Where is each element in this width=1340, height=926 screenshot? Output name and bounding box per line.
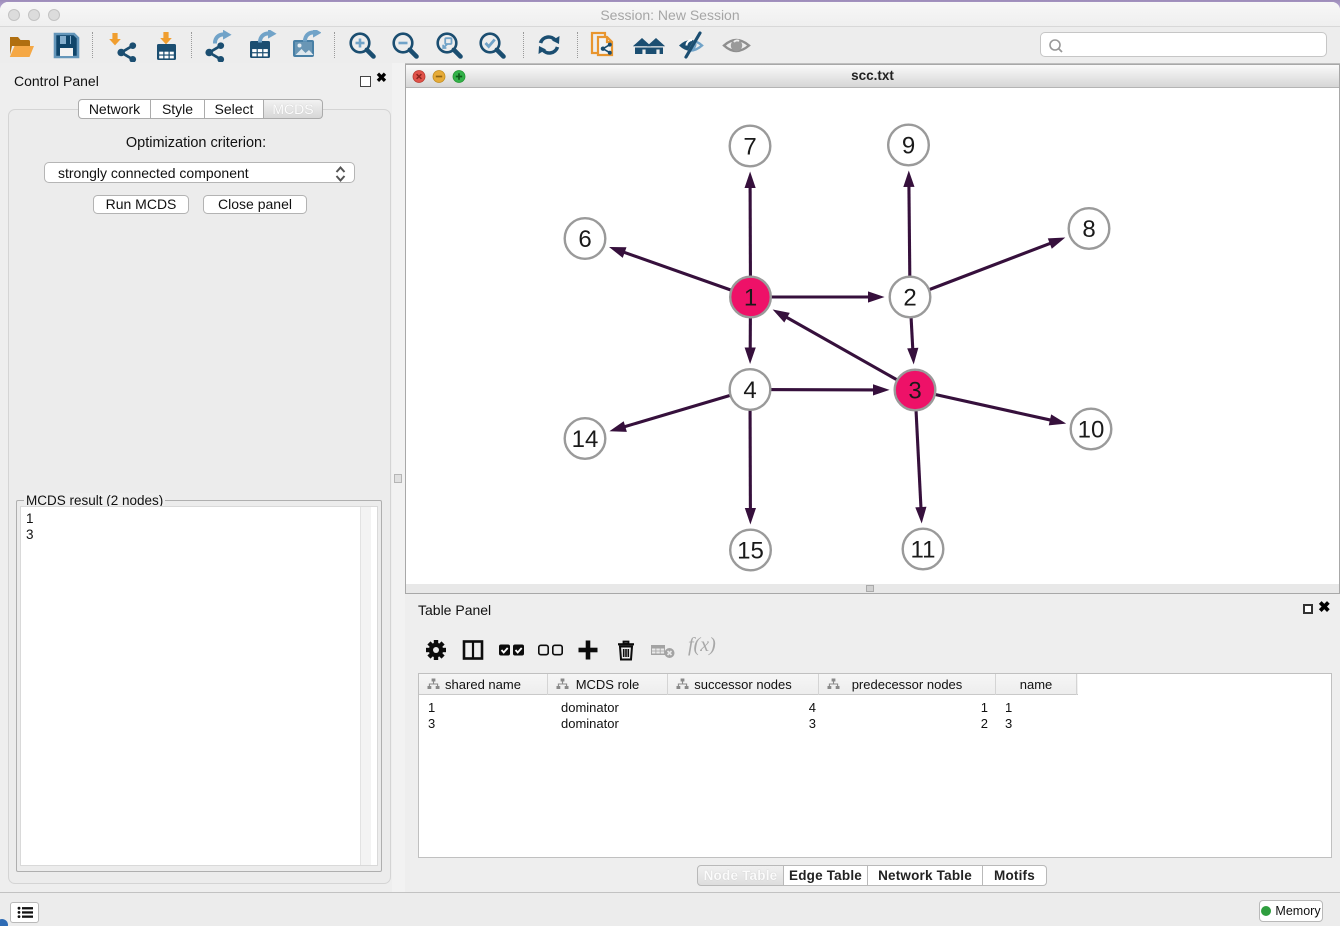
svg-text:10: 10: [1078, 417, 1105, 444]
svg-text:8: 8: [1082, 216, 1095, 243]
svg-text:15: 15: [737, 538, 764, 565]
svg-text:1: 1: [744, 285, 757, 312]
svg-text:4: 4: [743, 377, 756, 404]
svg-text:2: 2: [903, 285, 916, 312]
svg-text:3: 3: [908, 378, 921, 405]
svg-text:6: 6: [578, 226, 591, 253]
svg-text:14: 14: [572, 426, 599, 453]
svg-text:9: 9: [902, 133, 915, 160]
svg-text:11: 11: [911, 537, 936, 564]
svg-text:7: 7: [743, 134, 756, 161]
